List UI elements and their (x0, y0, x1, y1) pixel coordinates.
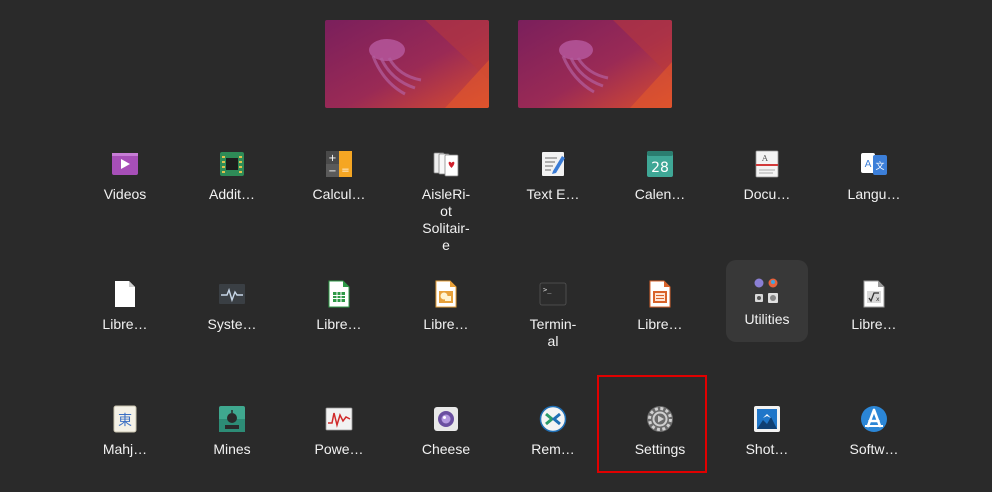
app-label: Mahj… (102, 441, 148, 457)
app-label: Libre… (102, 316, 148, 332)
app-label: Text E… (526, 186, 580, 202)
app-label: Libre… (423, 316, 469, 332)
app-mines[interactable]: Mines (182, 385, 282, 481)
app-system-monitor[interactable]: Syste… (182, 260, 282, 356)
cheese-icon (432, 405, 460, 433)
svg-text:A: A (865, 159, 872, 170)
libreoffice-calc-icon (325, 280, 353, 308)
app-mahjongg[interactable]: 東 Mahj… (75, 385, 175, 481)
app-label: Settings (634, 441, 686, 457)
app-label: Softw… (849, 441, 899, 457)
app-shotwell[interactable]: Shot… (717, 385, 817, 481)
app-libreoffice-impress[interactable]: Libre… (610, 260, 710, 356)
folder-utilities[interactable]: Utilities (726, 260, 808, 342)
app-libreoffice-calc[interactable]: Libre… (289, 260, 389, 356)
app-label: Libre… (316, 316, 362, 332)
mines-icon (218, 405, 246, 433)
svg-text:文: 文 (875, 160, 884, 172)
app-settings[interactable]: Settings (610, 385, 710, 481)
cards-icon (432, 150, 460, 178)
app-calendar[interactable]: 28 Calen… (610, 130, 710, 226)
libreoffice-icon (111, 280, 139, 308)
app-cheese[interactable]: Cheese (396, 385, 496, 481)
svg-text:28: 28 (651, 160, 669, 176)
app-document-viewer[interactable]: A Docu… (717, 130, 817, 226)
app-additional-drivers[interactable]: Addit… (182, 130, 282, 226)
app-calculator[interactable]: + − = Calcul… (289, 130, 389, 226)
language-icon: A文 (860, 150, 888, 178)
app-libreoffice-draw[interactable]: Libre… (396, 260, 496, 356)
wallpaper-jellyfish-image (325, 20, 489, 108)
app-label: Cheese (421, 441, 471, 457)
app-label: Libre… (851, 316, 897, 332)
svg-text:=: = (341, 165, 349, 176)
app-label: Shot… (745, 441, 789, 457)
app-label: Utilities (744, 311, 790, 327)
libreoffice-draw-icon (432, 280, 460, 308)
svg-text:x: x (876, 296, 880, 303)
svg-text:−: − (328, 166, 336, 177)
power-statistics-icon (325, 405, 353, 433)
app-label: Calen… (634, 186, 686, 202)
libreoffice-impress-icon (646, 280, 674, 308)
app-terminal[interactable]: >_ Termin- al (503, 260, 603, 356)
libreoffice-math-icon: x (860, 280, 888, 308)
app-label: Syste… (207, 316, 257, 332)
app-label: Addit… (209, 186, 255, 202)
app-label: Powe… (314, 441, 364, 457)
svg-text:>_: >_ (543, 286, 552, 294)
app-language-support[interactable]: A文 Langu… (824, 130, 924, 226)
app-label: Mines (213, 441, 251, 457)
app-label: Langu… (847, 186, 901, 202)
app-label: AisleRi- ot Solitair- e (421, 186, 471, 253)
workspace-thumbnail-2[interactable] (518, 20, 672, 108)
app-remmina[interactable]: Rem… (503, 385, 603, 481)
app-software[interactable]: Softw… (824, 385, 924, 481)
app-label: Calcul… (312, 186, 366, 202)
calculator-icon: + − = (325, 150, 353, 178)
remmina-icon (539, 405, 567, 433)
terminal-icon: >_ (539, 280, 567, 308)
videos-icon (111, 150, 139, 178)
activities-overview: Videos Addit… + − = Calcul… AisleRi- ot So… (0, 0, 992, 492)
app-label: Libre… (637, 316, 683, 332)
shotwell-icon (753, 405, 781, 433)
app-aisleriot-solitaire[interactable]: AisleRi- ot Solitair- e (396, 130, 496, 253)
calendar-icon: 28 (646, 150, 674, 178)
chip-icon (218, 150, 246, 178)
app-libreoffice[interactable]: Libre… (75, 260, 175, 356)
app-power-statistics[interactable]: Powe… (289, 385, 389, 481)
app-videos[interactable]: Videos (75, 130, 175, 226)
wallpaper-jellyfish-image (518, 20, 672, 108)
app-label: Rem… (531, 441, 575, 457)
settings-gear-icon (646, 405, 674, 433)
software-icon (860, 405, 888, 433)
app-text-editor[interactable]: Text E… (503, 130, 603, 226)
app-label: Docu… (743, 186, 791, 202)
svg-text:A: A (761, 154, 768, 163)
svg-text:東: 東 (118, 413, 132, 429)
svg-text:+: + (328, 153, 336, 164)
app-libreoffice-math[interactable]: x Libre… (824, 260, 924, 356)
text-editor-icon (539, 150, 567, 178)
mahjongg-icon: 東 (111, 405, 139, 433)
system-monitor-icon (218, 280, 246, 308)
workspace-thumbnail-1[interactable] (325, 20, 489, 108)
app-label: Termin- al (529, 316, 577, 349)
utilities-folder-icon (753, 277, 781, 305)
document-viewer-icon: A (753, 150, 781, 178)
app-label: Videos (103, 186, 147, 202)
